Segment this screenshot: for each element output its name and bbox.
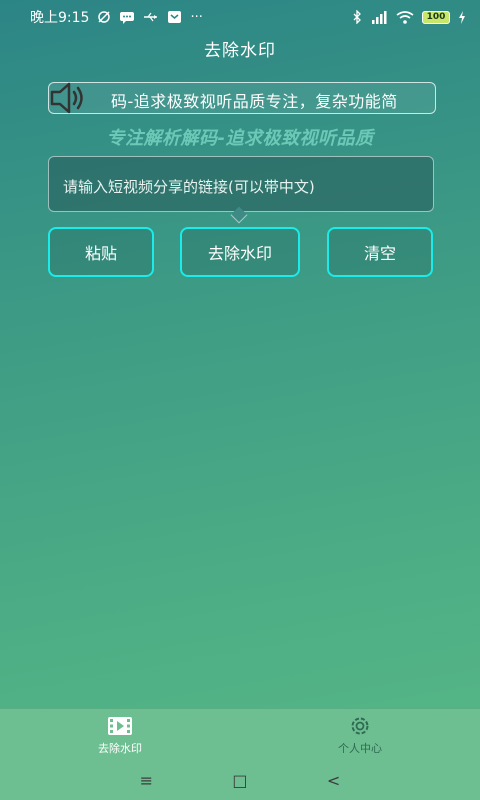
- menu-nav-button[interactable]: ≡: [140, 771, 153, 790]
- back-nav-button[interactable]: <: [327, 771, 340, 790]
- remove-watermark-button[interactable]: 去除水印: [180, 227, 300, 277]
- home-nav-button[interactable]: □: [232, 771, 247, 790]
- notification-app-icon: [168, 11, 182, 23]
- paste-button[interactable]: 粘贴: [48, 227, 154, 277]
- announcement-marquee: 码-追求极致视听品质专注，复杂功能简: [48, 82, 436, 114]
- clear-button[interactable]: 清空: [327, 227, 433, 277]
- page-title: 去除水印: [204, 41, 276, 61]
- status-right: 100: [352, 10, 466, 24]
- bluetooth-icon: [353, 10, 361, 24]
- signal-icon: [372, 10, 387, 24]
- status-left: 晚上9:15 ···: [30, 7, 203, 27]
- tab-label: 个人中心: [338, 742, 382, 755]
- video-icon: [108, 717, 132, 735]
- status-bar: 晚上9:15 ··· 100: [0, 0, 480, 34]
- tab-personal-center[interactable]: 个人中心: [240, 709, 480, 760]
- marquee-text: 码-追求极致视听品质专注，复杂功能简: [111, 92, 398, 111]
- system-nav-bar: ≡ □ <: [0, 760, 480, 800]
- more-notifications-icon: ···: [190, 9, 203, 25]
- gear-icon: [351, 717, 369, 735]
- wifi-icon: [396, 10, 414, 24]
- status-time: 晚上9:15: [30, 10, 90, 26]
- sync-off-icon: [98, 11, 111, 23]
- slogan: 专注解析解码-追求极致视听品质: [106, 128, 374, 149]
- tab-label: 去除水印: [98, 742, 142, 755]
- bottom-tab-bar: 去除水印 个人中心: [0, 708, 480, 760]
- link-input[interactable]: [63, 178, 423, 196]
- charging-icon: [459, 10, 465, 24]
- speaker-icon: [50, 82, 83, 114]
- message-icon: [120, 11, 135, 24]
- usb-icon: [144, 12, 158, 22]
- tab-remove-watermark[interactable]: 去除水印: [0, 709, 240, 760]
- battery-icon: 100: [422, 10, 450, 24]
- link-input-box[interactable]: [48, 156, 434, 212]
